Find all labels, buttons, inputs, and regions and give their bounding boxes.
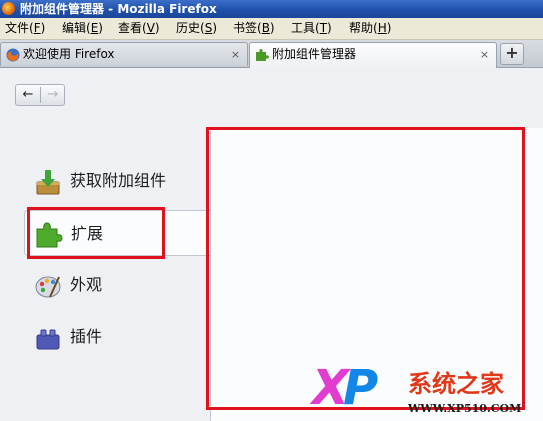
window-titlebar: 附加组件管理器 - Mozilla Firefox — [0, 0, 543, 18]
category-label: 扩展 — [71, 224, 104, 243]
tab-label: 欢迎使用 Firefox — [23, 47, 115, 61]
menu-bookmarks[interactable]: 书签(B) — [233, 18, 275, 39]
tab-strip: 欢迎使用 Firefox × 附加组件管理器 × + — [0, 40, 543, 68]
puzzle-piece-icon — [36, 222, 63, 248]
menu-tools[interactable]: 工具(T) — [291, 18, 332, 39]
firefox-icon — [6, 48, 20, 62]
category-appearance[interactable]: 外观 — [24, 262, 210, 308]
category-extensions[interactable]: 扩展 — [24, 210, 210, 256]
back-arrow-icon[interactable]: ← — [17, 87, 39, 103]
forward-arrow-icon[interactable]: → — [42, 87, 64, 103]
menu-file[interactable]: 文件(F) — [5, 18, 45, 39]
nav-buttons: ← → — [15, 84, 65, 106]
xp-logo: XP — [312, 360, 378, 416]
download-box-icon — [36, 170, 60, 195]
menu-view[interactable]: 查看(V) — [118, 18, 160, 39]
category-get-addons[interactable]: 获取附加组件 — [24, 158, 210, 204]
close-icon[interactable]: × — [479, 49, 490, 60]
tab-addons-manager[interactable]: 附加组件管理器 × — [249, 42, 497, 68]
window-title: 附加组件管理器 - Mozilla Firefox — [20, 2, 217, 16]
close-icon[interactable]: × — [230, 49, 241, 60]
menu-edit[interactable]: 编辑(E) — [62, 18, 103, 39]
new-tab-button[interactable]: + — [500, 43, 524, 65]
tab-label: 附加组件管理器 — [272, 47, 357, 61]
firefox-icon — [2, 2, 15, 15]
palette-icon — [35, 276, 61, 298]
category-plugins[interactable]: 插件 — [24, 314, 210, 360]
tab-welcome-firefox[interactable]: 欢迎使用 Firefox × — [0, 42, 248, 66]
watermark-name: 系统之家 — [408, 370, 504, 398]
category-label: 外观 — [70, 275, 103, 294]
plugin-brick-icon — [36, 329, 60, 350]
menubar: 文件(F) 编辑(E) 查看(V) 历史(S) 书签(B) 工具(T) 帮助(H… — [0, 18, 543, 40]
category-label: 获取附加组件 — [70, 171, 167, 190]
puzzle-icon — [256, 49, 269, 61]
menu-help[interactable]: 帮助(H) — [349, 18, 391, 39]
watermark-logo: XP 系统之家 WWW.XP510.COM — [312, 362, 543, 421]
divider — [40, 87, 41, 103]
watermark-url: WWW.XP510.COM — [408, 402, 522, 415]
menu-history[interactable]: 历史(S) — [176, 18, 217, 39]
category-label: 插件 — [70, 327, 103, 346]
